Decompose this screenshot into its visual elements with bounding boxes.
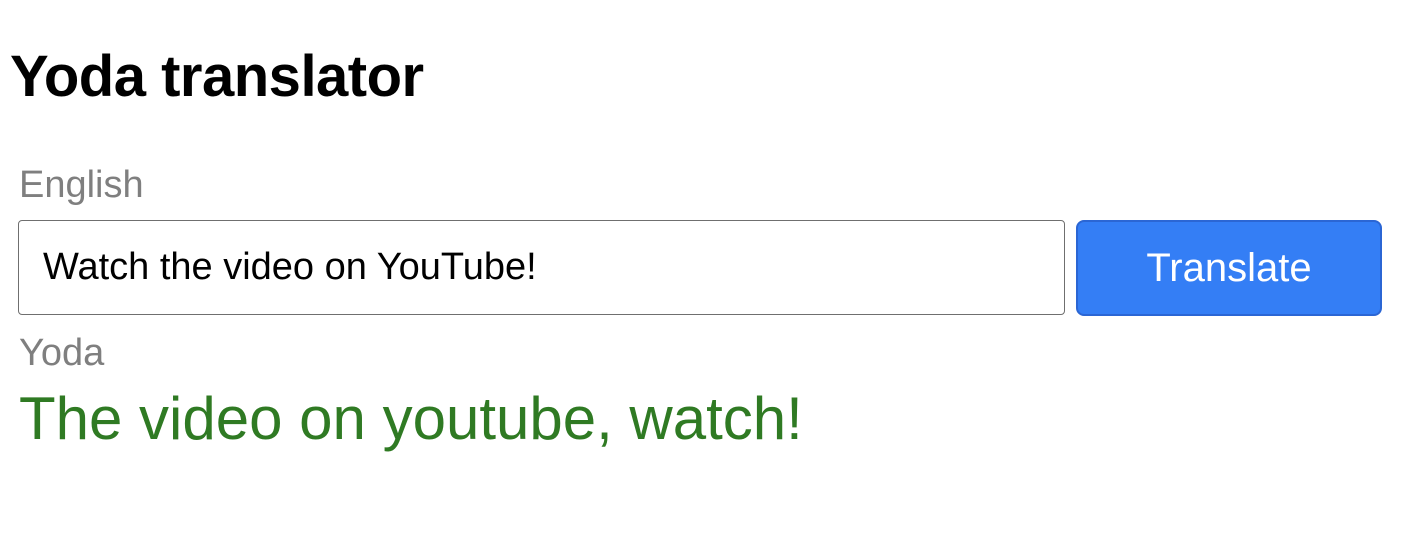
yoda-translation-output: The video on youtube, watch! xyxy=(19,385,803,452)
english-text-input[interactable] xyxy=(19,221,1064,314)
yoda-output-label: Yoda xyxy=(19,332,105,374)
translate-button[interactable]: Translate xyxy=(1076,220,1382,316)
page-title: Yoda translator xyxy=(10,44,424,109)
yoda-translator-page: Yoda translator English Translate Yoda T… xyxy=(0,0,1406,536)
english-input-label: English xyxy=(19,164,144,206)
english-input-container[interactable] xyxy=(18,220,1065,315)
